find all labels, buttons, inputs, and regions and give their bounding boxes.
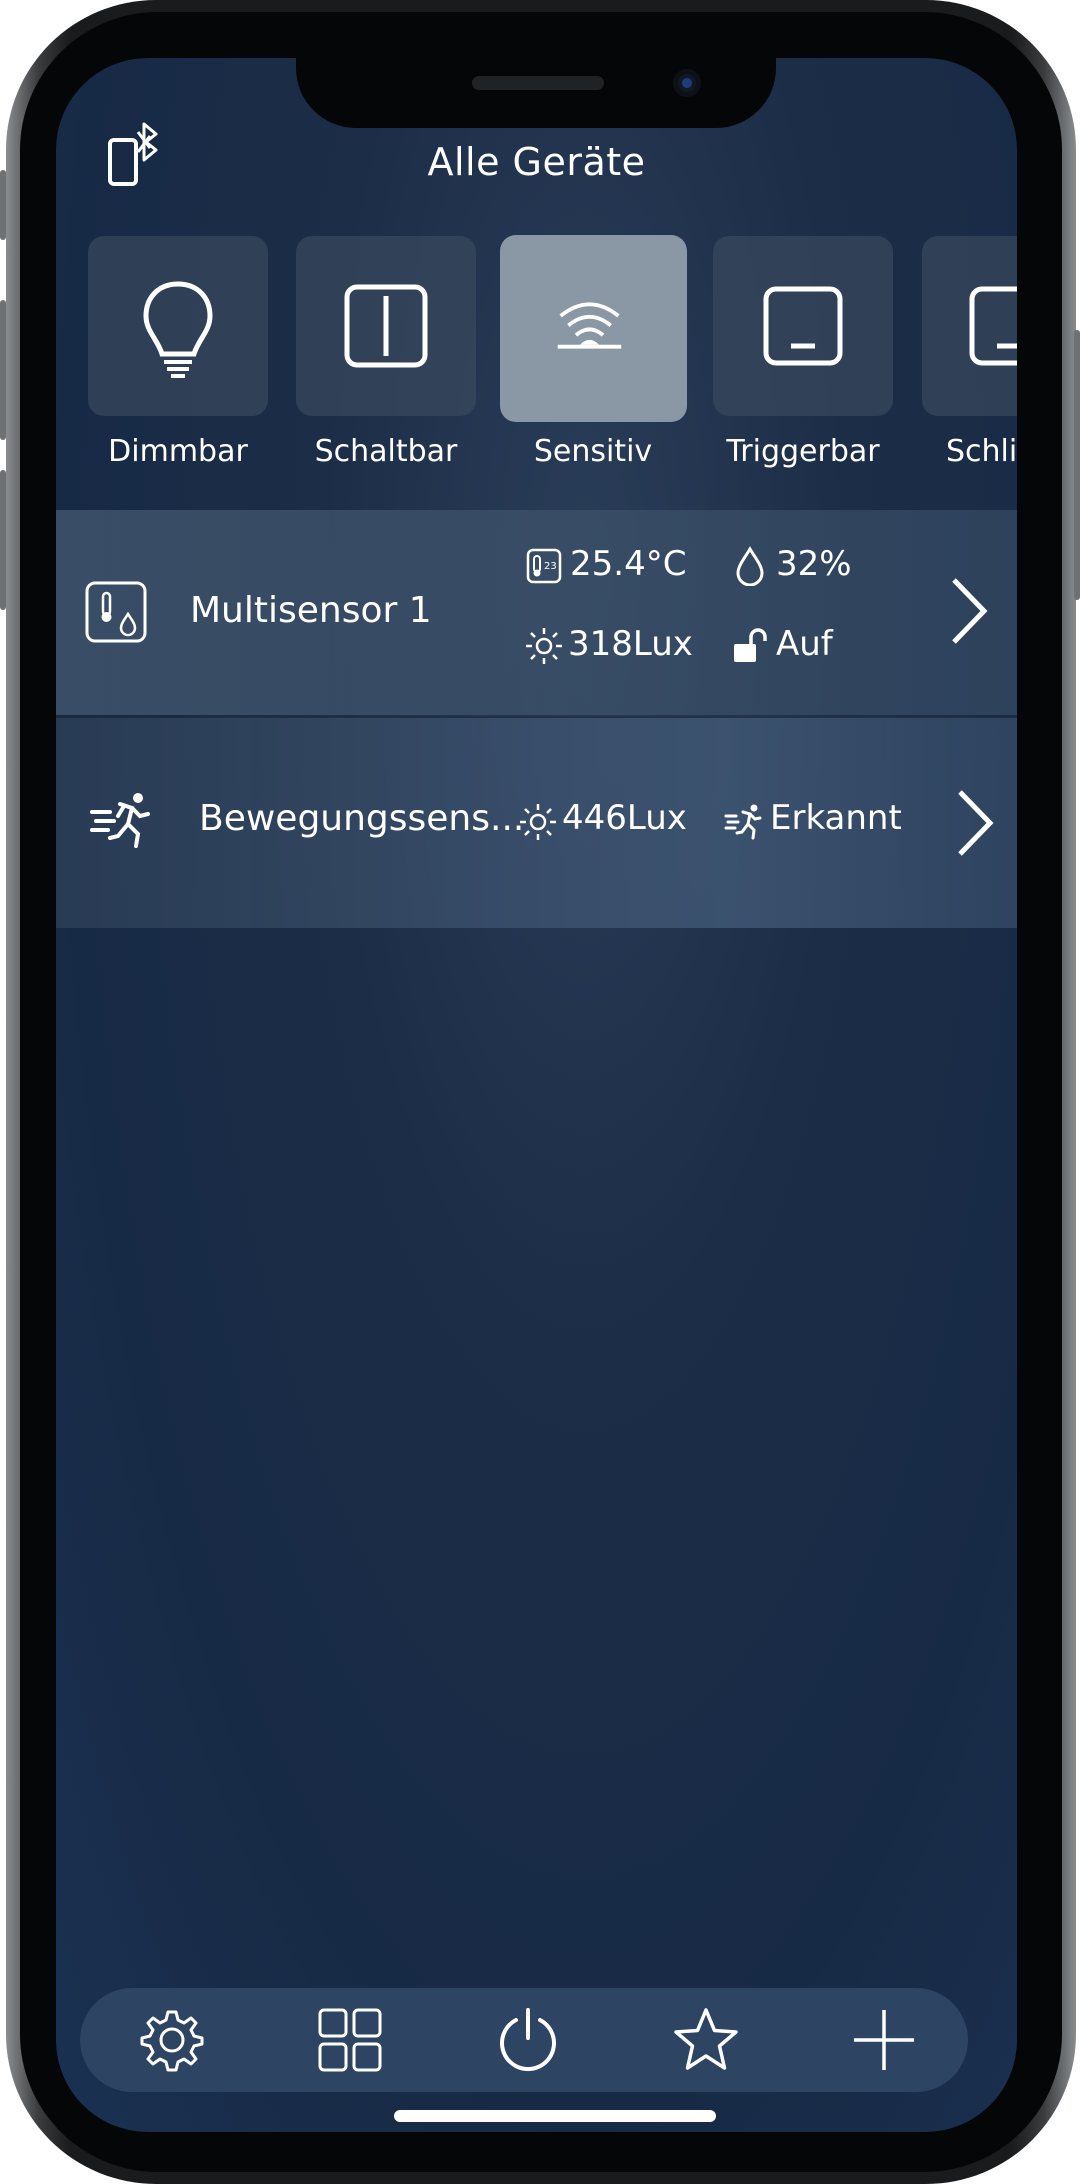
device-name: Bewegungssens... [199,798,525,839]
motion-running-icon [724,804,762,840]
unlock-icon [734,628,767,662]
temperature-value: 25.4°C [570,544,687,584]
category-label-sensitiv: Sensitiv [533,434,653,469]
device-name: Multisensor 1 [190,590,432,631]
trigger-button-icon [969,286,1017,366]
power-icon[interactable] [494,2006,562,2074]
home-indicator[interactable] [394,2110,716,2122]
screen: Alle Geräte Dimmbar Schaltbar Sensitiv T… [56,58,1017,2132]
lock-state-value: Auf [776,624,833,664]
category-schaltbar[interactable] [296,236,476,416]
category-schliessbar[interactable] [922,236,1017,416]
side-button-right [1074,330,1080,600]
chevron-right-icon[interactable] [954,788,994,858]
star-icon[interactable] [672,2006,740,2074]
chevron-right-icon[interactable] [948,576,988,646]
humidity-value: 32% [776,544,852,584]
switch-icon [344,284,428,368]
lightbulb-icon [143,281,213,378]
category-label-dimmbar: Dimmbar [108,434,248,469]
grid-icon[interactable] [316,2006,384,2074]
temperature-icon: 23 [526,548,562,584]
plus-icon[interactable] [850,2006,918,2074]
side-button-left-top [0,170,6,240]
side-button-left-mid [0,300,6,440]
device-row-bewegungssensor[interactable]: Bewegungssens... 446Lux Erkannt [56,716,1017,928]
running-person-icon [90,793,150,848]
category-sensitiv[interactable] [500,235,687,422]
notch [296,58,776,128]
motion-value: Erkannt [770,798,902,838]
trigger-button-icon [763,286,843,366]
front-camera [673,69,701,97]
humidity-drop-icon [736,546,764,586]
category-label-schaltbar: Schaltbar [314,434,458,469]
thermometer-drop-icon [85,581,147,643]
sensor-wave-icon [557,302,622,349]
category-triggerbar[interactable] [713,236,893,416]
speaker [472,76,604,90]
sun-icon [520,804,556,840]
page-title: Alle Geräte [427,140,646,184]
category-label-schliessbar: Schli [946,434,1017,469]
device-row-multisensor[interactable]: Multisensor 1 23 25.4°C 32% 318Lux Auf [56,510,1017,715]
lux-value: 446Lux [562,798,687,838]
lux-value: 318Lux [568,624,693,664]
sun-icon [526,628,562,664]
side-button-left-low [0,470,6,610]
category-label-triggerbar: Triggerbar [726,434,880,469]
gear-icon[interactable] [138,2006,206,2074]
bottom-tab-bar [80,1988,968,2092]
category-dimmbar[interactable] [88,236,268,416]
svg-text:23: 23 [544,561,557,572]
